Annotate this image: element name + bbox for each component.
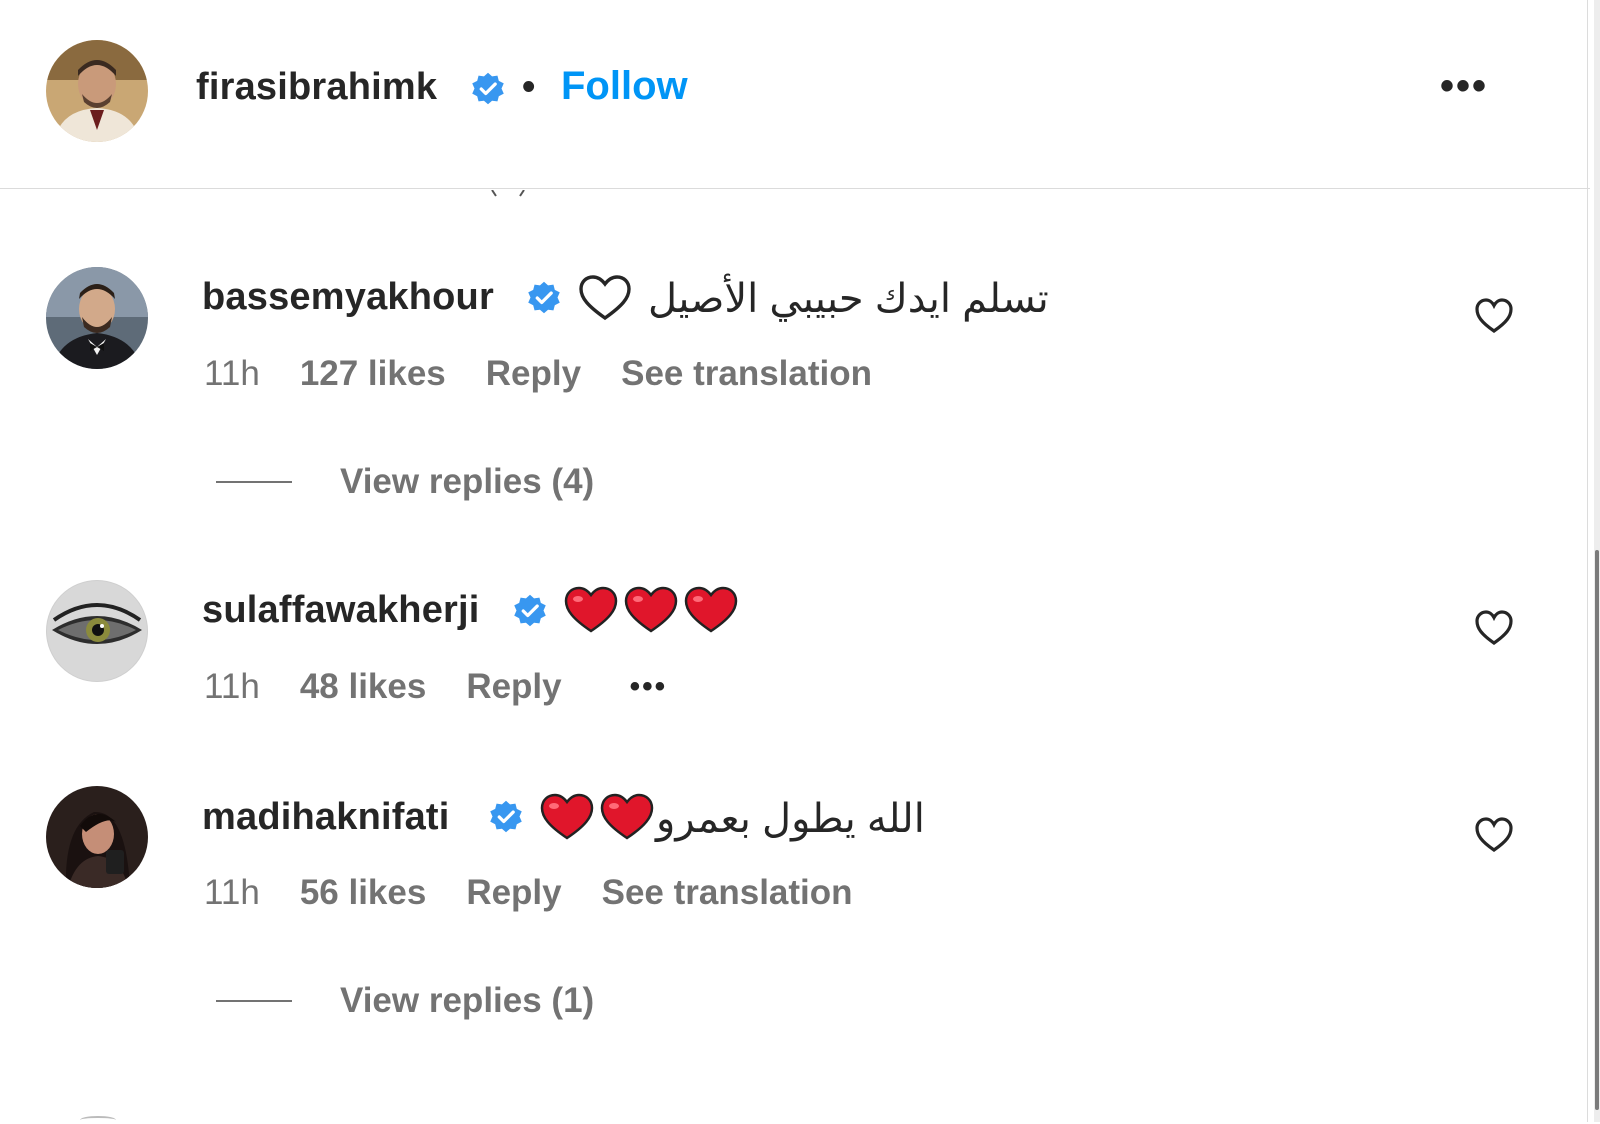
red-heart-emoji-icon	[684, 586, 738, 633]
view-replies-button[interactable]: View replies (4)	[216, 462, 594, 502]
replies-line	[216, 1000, 292, 1002]
view-replies-button[interactable]: View replies (1)	[216, 981, 594, 1021]
post-header: firasibrahimk • Follow •••	[0, 0, 1590, 189]
comment-meta: 11h 56 likes Reply See translation	[204, 873, 893, 913]
replies-line	[216, 481, 292, 483]
verified-badge-icon	[472, 72, 504, 105]
comment-emojis	[540, 793, 654, 841]
like-heart-icon[interactable]	[1474, 296, 1514, 336]
comment-time: 11h	[204, 873, 260, 912]
red-heart-emoji-icon	[540, 793, 594, 840]
scrollbar-thumb[interactable]	[1595, 550, 1599, 1110]
verified-badge-icon	[514, 594, 546, 627]
red-heart-emoji-icon	[564, 586, 618, 633]
reply-button[interactable]: Reply	[486, 354, 581, 394]
avatar[interactable]	[46, 786, 148, 888]
like-heart-icon[interactable]	[1474, 608, 1514, 648]
comment-time: 11h	[204, 354, 260, 393]
avatar[interactable]	[46, 580, 148, 682]
avatar[interactable]	[46, 40, 148, 142]
reply-button[interactable]: Reply	[466, 667, 561, 707]
comment-username[interactable]: sulaffawakherji	[202, 589, 480, 632]
likes-count[interactable]: 127 likes	[300, 354, 446, 394]
scrollbar[interactable]	[1594, 0, 1600, 1122]
red-heart-emoji-icon	[600, 793, 654, 840]
view-replies-label[interactable]: View replies (4)	[340, 462, 594, 502]
see-translation-button[interactable]: See translation	[602, 873, 853, 913]
comment-text: تسلم ايدك حبيبي الأصيل	[648, 277, 1049, 321]
comment-username[interactable]: madihaknifati	[202, 796, 450, 839]
comment-more-options-button[interactable]: •••	[630, 670, 668, 704]
likes-count[interactable]: 48 likes	[300, 667, 427, 707]
red-heart-emoji-icon	[624, 586, 678, 633]
comment-meta: 11h 48 likes Reply •••	[204, 667, 707, 707]
likes-count[interactable]: 56 likes	[300, 873, 427, 913]
white-heart-emoji-icon	[579, 275, 631, 321]
comment-emojis	[564, 586, 738, 634]
post-author-username[interactable]: firasibrahimk	[196, 66, 437, 109]
more-options-button[interactable]: •••	[1440, 64, 1488, 109]
verified-badge-icon	[528, 281, 560, 314]
follow-button[interactable]: Follow	[561, 64, 688, 109]
see-translation-button[interactable]: See translation	[621, 354, 872, 394]
separator-dot: •	[522, 66, 536, 108]
avatar[interactable]	[46, 267, 148, 369]
comment-time: 11h	[204, 667, 260, 706]
comment-username[interactable]: bassemyakhour	[202, 276, 494, 319]
verified-badge-icon	[490, 800, 522, 833]
clipped-content	[491, 190, 525, 197]
comment-text: الله يطول بعمرو	[656, 797, 925, 841]
reply-button[interactable]: Reply	[466, 873, 561, 913]
view-replies-label[interactable]: View replies (1)	[340, 981, 594, 1021]
next-comment-avatar-edge	[80, 1116, 116, 1124]
like-heart-icon[interactable]	[1474, 815, 1514, 855]
comment-meta: 11h 127 likes Reply See translation	[204, 354, 912, 394]
